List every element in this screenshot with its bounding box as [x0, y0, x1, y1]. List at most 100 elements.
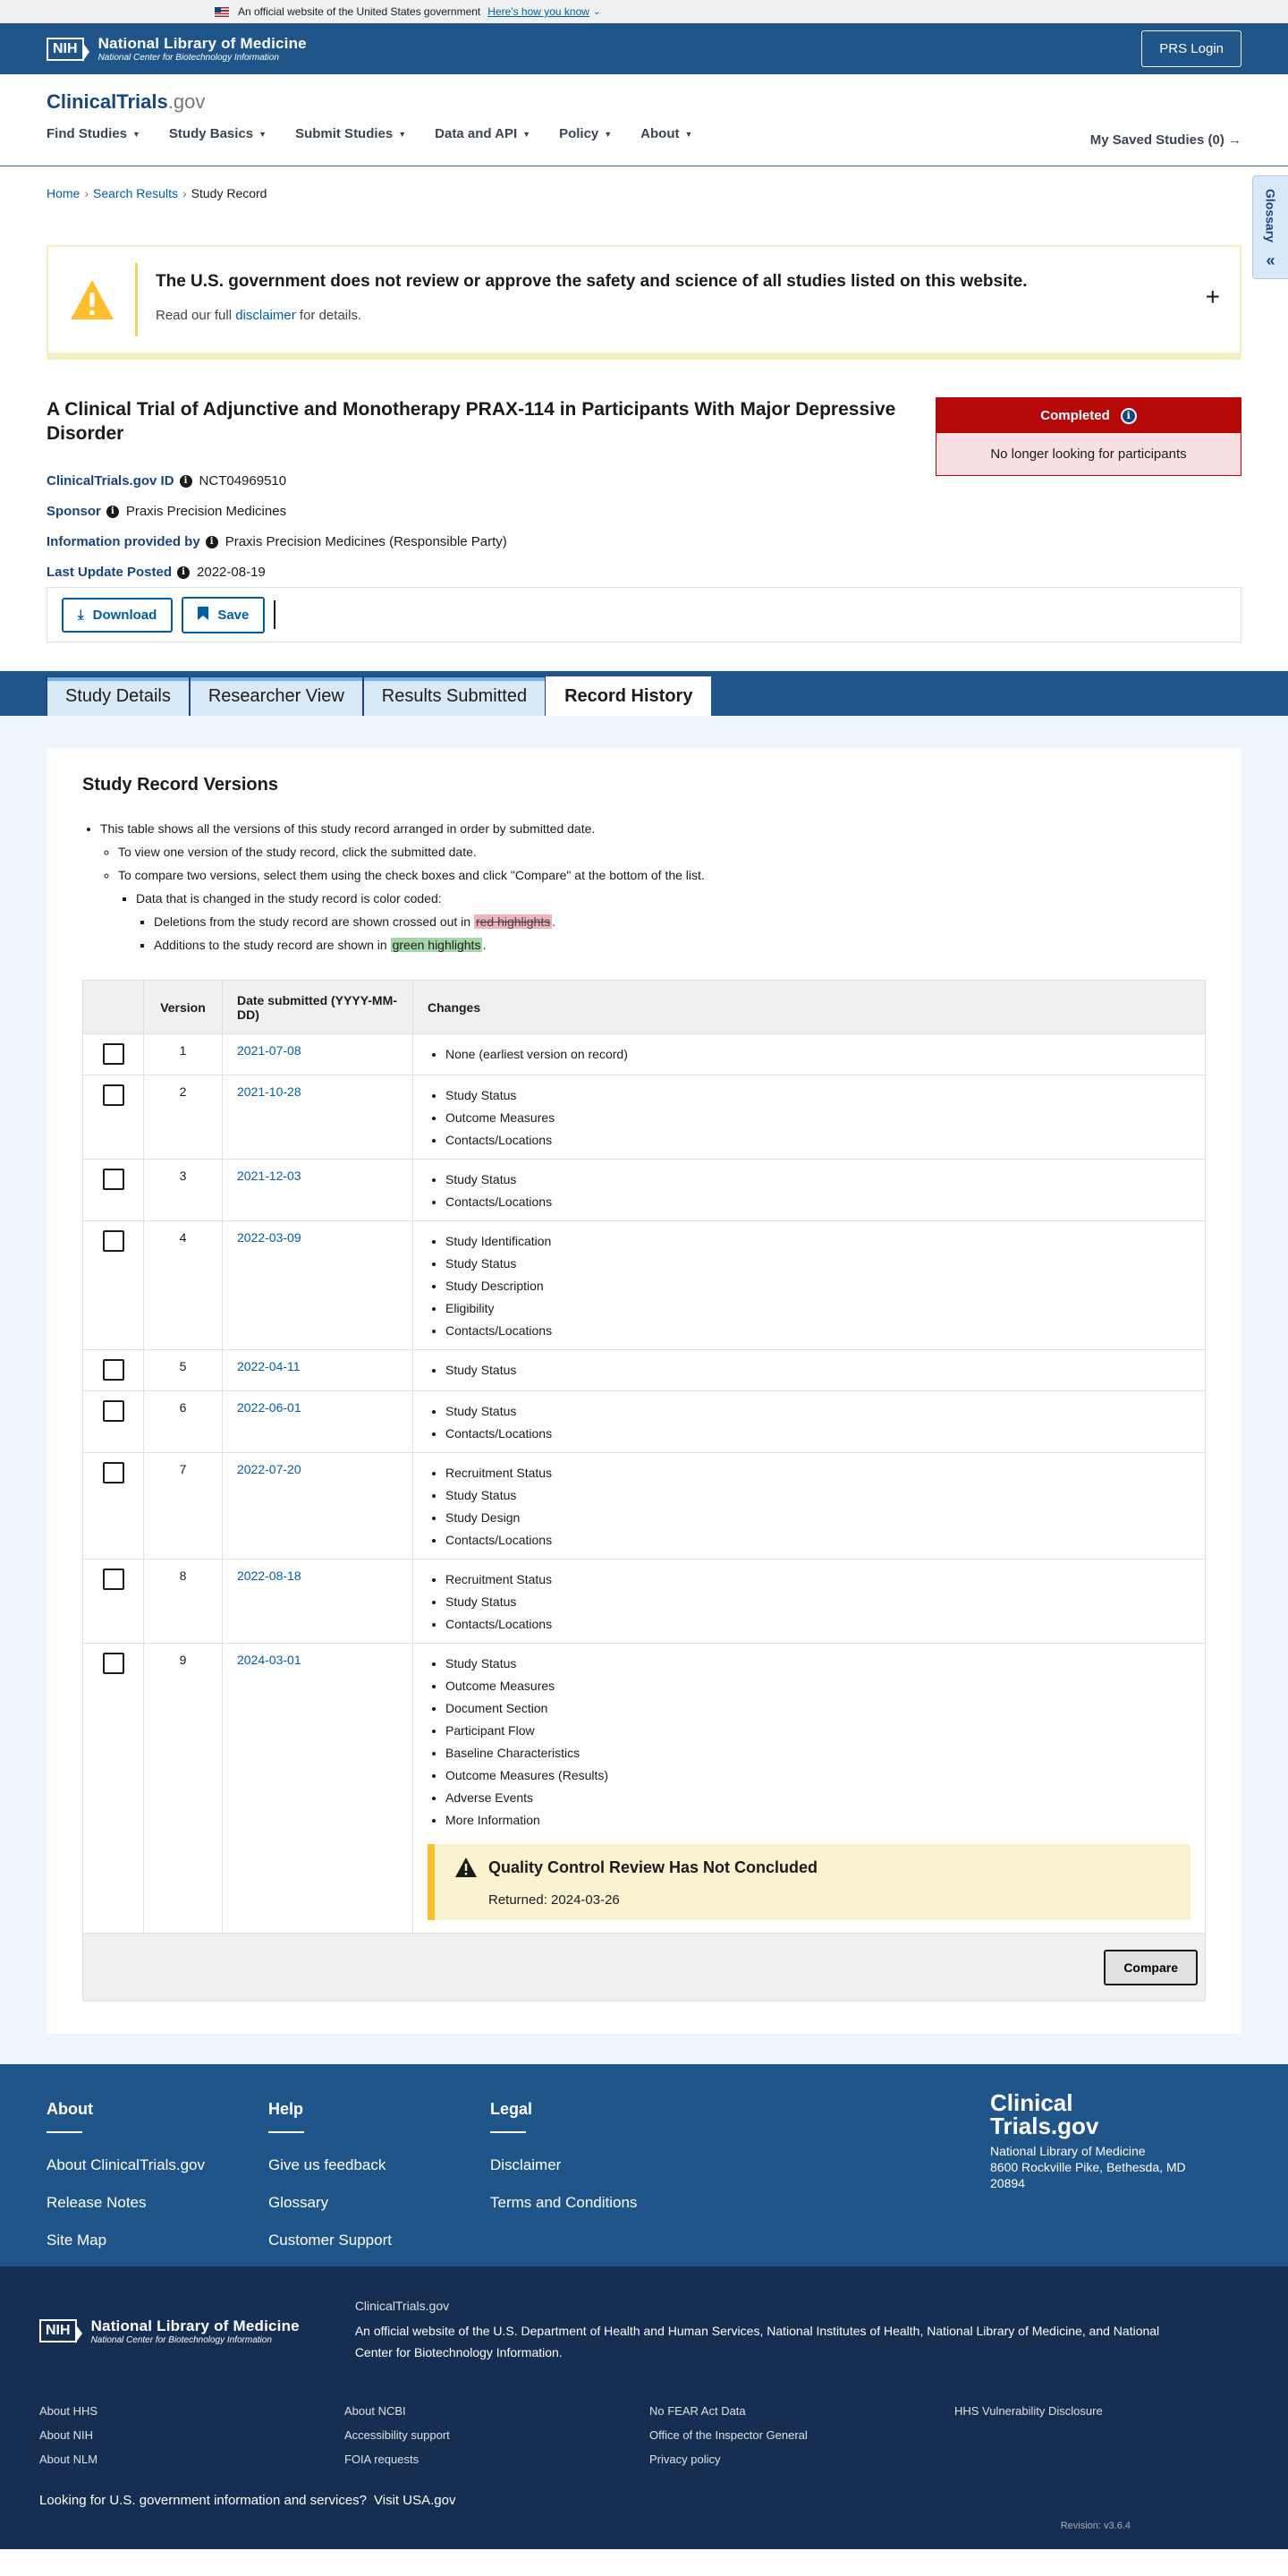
- nlm-logo[interactable]: NIH National Library of Medicine Nationa…: [47, 35, 307, 63]
- chevron-down-icon: ▼: [522, 129, 531, 139]
- version-checkbox[interactable]: [102, 1653, 124, 1674]
- version-date-link[interactable]: 2022-03-09: [237, 1230, 301, 1245]
- version-date-link[interactable]: 2022-08-18: [237, 1569, 301, 1583]
- version-checkbox[interactable]: [102, 1169, 124, 1190]
- footer-gov-link[interactable]: About NCBI: [344, 2404, 649, 2418]
- tab-researcher-view[interactable]: Researcher View: [189, 676, 363, 716]
- footer-gov-link[interactable]: No FEAR Act Data: [649, 2404, 954, 2418]
- version-checkbox[interactable]: [102, 1359, 124, 1381]
- version-checkbox[interactable]: [102, 1569, 124, 1590]
- footer-gov-link[interactable]: About NIH: [39, 2428, 344, 2442]
- prs-login-button[interactable]: PRS Login: [1141, 30, 1241, 67]
- version-checkbox[interactable]: [102, 1462, 124, 1484]
- footer-gov-link[interactable]: Office of the Inspector General: [649, 2428, 954, 2442]
- footer-link[interactable]: Disclaimer: [490, 2156, 712, 2174]
- change-item: Study Status: [445, 1359, 1191, 1382]
- changes-list: None (earliest version on record): [428, 1043, 1191, 1066]
- change-item: Study Status: [445, 1484, 1191, 1507]
- instruction-item: To compare two versions, select them usi…: [118, 863, 1206, 887]
- version-number: 7: [143, 1452, 223, 1560]
- footer-link[interactable]: About ClinicalTrials.gov: [47, 2156, 268, 2174]
- version-date-link[interactable]: 2024-03-01: [237, 1653, 301, 1667]
- nih-logo-mark: NIH: [39, 2319, 82, 2343]
- footer-link[interactable]: Customer Support: [268, 2232, 490, 2249]
- download-button[interactable]: ⤓ Download: [62, 597, 174, 633]
- arrow-right-icon: →: [1228, 132, 1241, 148]
- footer-logo[interactable]: Clinical Trials.gov: [990, 2091, 1115, 2138]
- table-row: 5 2022-04-11 Study Status: [82, 1349, 1206, 1391]
- info-icon[interactable]: i: [1120, 407, 1137, 424]
- footer-gov-link[interactable]: About NLM: [39, 2453, 344, 2466]
- nav-about[interactable]: About ▼: [640, 126, 692, 141]
- version-date-link[interactable]: 2022-04-11: [237, 1359, 301, 1373]
- change-item: Contacts/Locations: [445, 1529, 1191, 1552]
- compare-button[interactable]: Compare: [1104, 1949, 1198, 1985]
- save-button[interactable]: Save: [182, 596, 266, 633]
- hhs-link[interactable]: U.S. Department of Health and Human Serv…: [493, 2324, 759, 2338]
- version-date-link[interactable]: 2021-10-28: [237, 1084, 301, 1099]
- footer-link[interactable]: Terms and Conditions: [490, 2194, 712, 2212]
- nct-id: NCT04969510: [199, 473, 287, 489]
- change-item: Contacts/Locations: [445, 1320, 1191, 1342]
- chevron-down-icon: ▼: [132, 129, 140, 139]
- sponsor-row: Sponsor i Praxis Precision Medicines: [47, 504, 287, 520]
- disclaimer-link[interactable]: disclaimer: [235, 308, 296, 323]
- breadcrumb-home[interactable]: Home: [47, 186, 80, 200]
- info-icon[interactable]: i: [177, 565, 191, 579]
- change-item: Contacts/Locations: [445, 1129, 1191, 1152]
- nav-policy[interactable]: Policy ▼: [559, 126, 612, 141]
- nih-link[interactable]: National Institutes of Health: [767, 2324, 919, 2338]
- tab-study-details[interactable]: Study Details: [47, 676, 190, 716]
- tab-results-submitted[interactable]: Results Submitted: [362, 676, 547, 716]
- nav-study-basics[interactable]: Study Basics ▼: [169, 126, 267, 141]
- change-item: Recruitment Status: [445, 1462, 1191, 1484]
- version-date-link[interactable]: 2022-06-01: [237, 1400, 301, 1415]
- footer-gov-link[interactable]: About HHS: [39, 2404, 344, 2418]
- footer-link[interactable]: Glossary: [268, 2194, 490, 2212]
- status-badge: Completed i: [936, 398, 1241, 433]
- change-item: None (earliest version on record): [445, 1043, 1191, 1066]
- nih-logo-mark: NIH: [47, 37, 89, 62]
- chevron-down-icon: ▼: [398, 129, 407, 139]
- footer-nlm-logo[interactable]: NIH National Library of Medicine Nationa…: [39, 2299, 300, 2363]
- tab-record-history[interactable]: Record History: [546, 676, 712, 716]
- footer-link[interactable]: Site Map: [47, 2232, 268, 2249]
- nlm-link[interactable]: National Library of Medicine: [927, 2324, 1082, 2338]
- usa-gov-line: Looking for U.S. government information …: [39, 2493, 456, 2508]
- footer-link[interactable]: Release Notes: [47, 2194, 268, 2212]
- version-checkbox[interactable]: [102, 1043, 124, 1065]
- version-checkbox[interactable]: [102, 1230, 124, 1252]
- change-item: Participant Flow: [445, 1720, 1191, 1742]
- version-date-link[interactable]: 2021-12-03: [237, 1169, 301, 1183]
- heres-how-link[interactable]: Here's how you know: [487, 5, 589, 18]
- footer-nlm-name: National Library of Medicine: [90, 2317, 300, 2334]
- footer-link[interactable]: Give us feedback: [268, 2156, 490, 2174]
- breadcrumb: Home › Search Results › Study Record: [0, 166, 1288, 217]
- info-icon[interactable]: i: [106, 505, 119, 518]
- expand-plus-icon[interactable]: +: [1206, 283, 1220, 311]
- version-checkbox[interactable]: [102, 1084, 124, 1106]
- version-checkbox[interactable]: [102, 1400, 124, 1422]
- glossary-tab[interactable]: Glossary «: [1252, 175, 1288, 279]
- version-date-link[interactable]: 2021-07-08: [237, 1043, 301, 1058]
- clinicaltrials-logo[interactable]: ClinicalTrials.gov: [47, 74, 1241, 114]
- nav-find-studies[interactable]: Find Studies ▼: [47, 126, 140, 141]
- my-saved-studies-link[interactable]: My Saved Studies (0) →: [1090, 132, 1241, 148]
- version-date-link[interactable]: 2022-07-20: [237, 1462, 301, 1476]
- info-icon[interactable]: i: [179, 474, 192, 488]
- footer-brand: Clinical Trials.gov National Library of …: [990, 2091, 1186, 2191]
- nav-submit-studies[interactable]: Submit Studies ▼: [295, 126, 406, 141]
- nav-data-api[interactable]: Data and API ▼: [435, 126, 530, 141]
- usa-gov-link[interactable]: Visit USA.gov: [374, 2493, 455, 2508]
- footer-gov-link[interactable]: Accessibility support: [344, 2428, 649, 2442]
- qc-returned: Returned: 2024-03-26: [488, 1892, 620, 1908]
- footer-gov-link[interactable]: FOIA requests: [344, 2453, 649, 2466]
- change-item: Contacts/Locations: [445, 1423, 1191, 1445]
- disclaimer-alert: The U.S. government does not review or a…: [47, 245, 1241, 360]
- info-icon[interactable]: i: [205, 535, 218, 548]
- instruction-item: To view one version of the study record,…: [118, 840, 1206, 863]
- breadcrumb-search-results[interactable]: Search Results: [93, 186, 178, 200]
- footer-gov-link[interactable]: Privacy policy: [649, 2453, 954, 2466]
- change-item: Study Status: [445, 1169, 1191, 1191]
- footer-gov-link[interactable]: HHS Vulnerability Disclosure: [954, 2404, 1259, 2418]
